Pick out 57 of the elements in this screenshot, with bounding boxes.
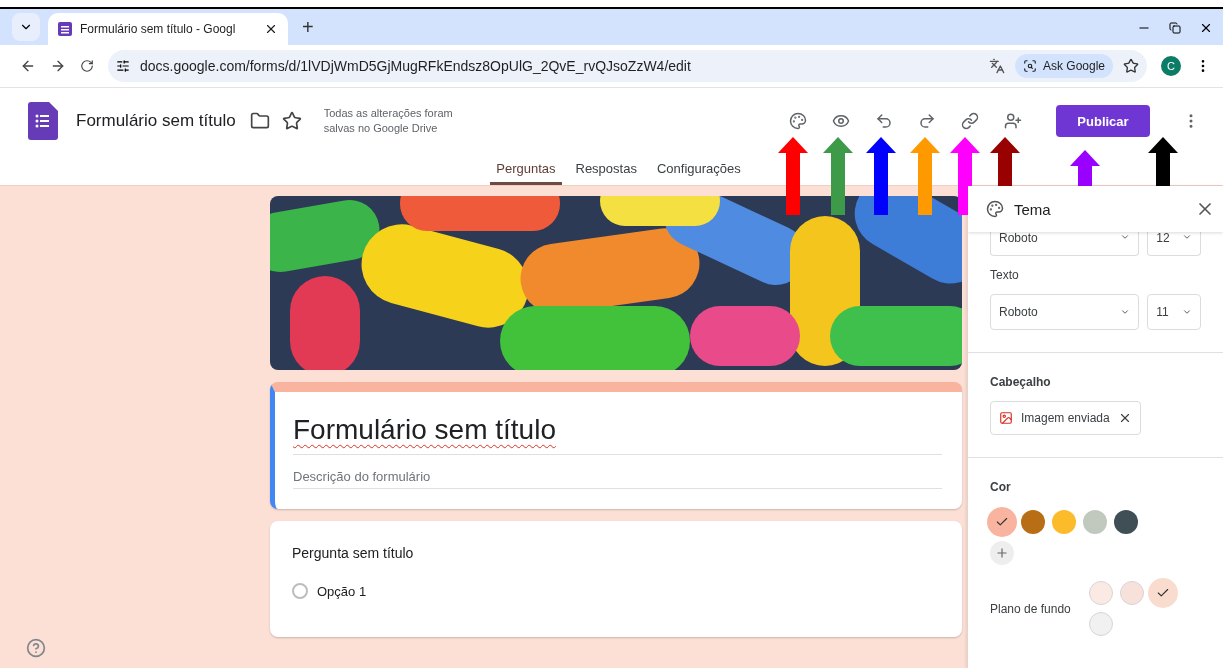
forms-icon [58, 22, 72, 36]
form-tab[interactable]: Respostas [569, 154, 643, 185]
folder-icon[interactable] [249, 111, 270, 131]
restore-icon[interactable] [1169, 22, 1181, 34]
color-swatch[interactable] [1052, 510, 1076, 534]
palette-icon [986, 200, 1004, 218]
form-title[interactable]: Formulário sem título [293, 414, 942, 455]
font-dropdown[interactable]: Roboto [990, 294, 1140, 330]
ask-google-button[interactable]: Ask Google [1014, 54, 1113, 78]
option-label: Opção 1 [317, 583, 367, 599]
background-swatch[interactable] [1150, 581, 1175, 605]
question-card[interactable]: Pergunta sem título Opção 1 [270, 521, 962, 637]
color-swatch[interactable] [1083, 510, 1107, 534]
caret-icon [1182, 232, 1192, 242]
profile-avatar[interactable]: C [1161, 56, 1181, 76]
section-label: Plano de fundo [990, 601, 1071, 616]
back-icon[interactable] [20, 58, 36, 74]
section-label: Texto [990, 268, 1020, 282]
address-bar[interactable]: docs.google.com/forms/d/1lVDjWmD5GjMugRFkEndsz8OpUlG_2QvE_rvQJsoZzW4/edit Ask Google [108, 50, 1147, 82]
question-title: Pergunta sem título [292, 545, 415, 561]
forward-icon[interactable] [50, 58, 66, 74]
add-color-icon[interactable] [990, 541, 1014, 565]
save-status: Todas as alterações foram salvas no Google Drive [323, 106, 454, 136]
form-tab[interactable]: Configurações [650, 154, 747, 185]
size-dropdown[interactable]: 12 [1147, 232, 1201, 256]
caret-icon [1182, 307, 1192, 317]
panel-title: Tema [1014, 200, 1052, 218]
color-swatch[interactable] [1021, 510, 1045, 534]
image-chip[interactable]: Imagem enviada [990, 401, 1141, 435]
close-icon[interactable] [264, 22, 278, 36]
forms-logo-icon [28, 102, 58, 140]
radio-button[interactable] [292, 583, 308, 599]
section-label: Cabeçalho [990, 375, 1052, 389]
new-tab-button[interactable]: + [302, 16, 314, 39]
star-icon[interactable] [281, 111, 302, 131]
browser-tab[interactable]: Formulário sem título - Googl [48, 13, 288, 45]
color-swatch[interactable] [990, 510, 1014, 534]
lens-icon [1022, 59, 1037, 73]
caret-icon [1120, 307, 1131, 317]
bookmark-star-icon[interactable] [1123, 58, 1139, 74]
image-icon [999, 411, 1013, 425]
section-label: Cor [990, 480, 1012, 494]
publish-button[interactable]: Publicar [1056, 105, 1150, 137]
background-swatch[interactable] [1088, 581, 1113, 605]
url-text: docs.google.com/forms/d/1lVDjWmD5GjMugRFkEndsz8OpUlG_2QvE_rvQJsoZzW4/edit [140, 58, 692, 74]
document-title[interactable]: Formulário sem título [76, 111, 236, 131]
close-icon[interactable] [1199, 21, 1213, 35]
reload-icon[interactable] [80, 59, 94, 73]
translate-icon[interactable] [988, 58, 1005, 74]
color-swatch[interactable] [1114, 510, 1138, 534]
font-dropdown[interactable]: Roboto [990, 232, 1140, 256]
caret-icon [1120, 232, 1131, 242]
site-settings-icon[interactable] [116, 59, 130, 73]
background-swatch[interactable] [1119, 581, 1144, 605]
tab-title: Formulário sem título - Googl [80, 22, 237, 36]
size-dropdown[interactable]: 11 [1147, 294, 1201, 330]
background-swatch[interactable] [1088, 612, 1113, 636]
